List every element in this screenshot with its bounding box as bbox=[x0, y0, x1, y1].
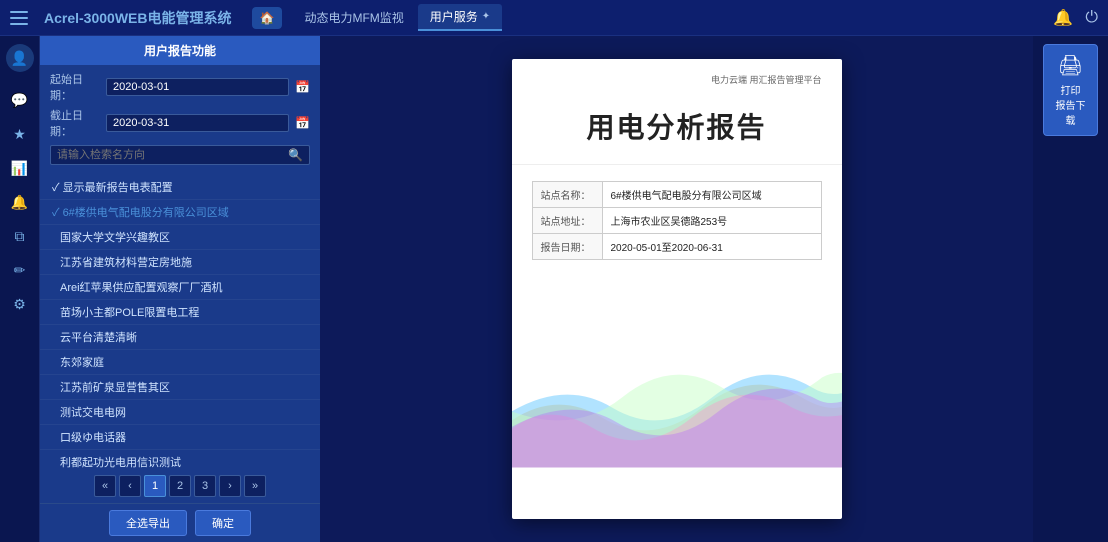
main-content: 电力云端 用汇报告管理平台 用电分析报告 站点名称： 6#楼供电气配电股分有限公… bbox=[320, 36, 1033, 542]
nav-settings[interactable]: ⚙ bbox=[4, 290, 36, 318]
list-item[interactable]: ✓ 6#楼供电气配电股分有限公司区域 bbox=[40, 200, 320, 225]
search-bar: 🔍 bbox=[50, 145, 310, 165]
nav-edit[interactable]: ✏ bbox=[4, 256, 36, 284]
nav-layers[interactable]: ⧉ bbox=[4, 222, 36, 250]
nav-chart[interactable]: 📊 bbox=[4, 154, 36, 182]
app-title: Acrel-3000WEB电能管理系统 bbox=[44, 8, 232, 28]
tab-dashboard-label: 动态电力MFM监视 bbox=[304, 9, 403, 26]
power-icon[interactable]: ⏻ bbox=[1085, 9, 1098, 27]
page-1-button[interactable]: 1 bbox=[144, 475, 166, 497]
notification-icon[interactable]: 🔔 bbox=[1053, 8, 1073, 28]
action-buttons: 全选导出 确定 bbox=[40, 503, 320, 542]
list-item[interactable]: 江苏省建筑材料营定房地施 bbox=[40, 250, 320, 275]
doc-label-address: 站点地址： bbox=[533, 208, 603, 233]
left-nav: 👤 💬 ★ 📊 🔔 ⧉ ✏ ⚙ bbox=[0, 36, 40, 542]
doc-title: 用电分析报告 bbox=[532, 106, 822, 146]
print-button[interactable]: 🖨 打印报告下载 bbox=[1043, 44, 1098, 136]
end-date-label: 截止日期： bbox=[50, 107, 100, 139]
start-date-calendar-icon[interactable]: 📅 bbox=[295, 80, 310, 94]
doc-header: 电力云端 用汇报告管理平台 用电分析报告 bbox=[512, 59, 842, 165]
doc-label-name: 站点名称： bbox=[533, 182, 603, 207]
search-input[interactable] bbox=[51, 146, 282, 164]
page-3-button[interactable]: 3 bbox=[194, 475, 216, 497]
user-avatar[interactable]: 👤 bbox=[6, 44, 34, 72]
tab-user-label: 用户服务 bbox=[430, 8, 478, 25]
search-icon[interactable]: 🔍 bbox=[282, 148, 309, 162]
list-item[interactable]: 利都起功光电用信识测试 bbox=[40, 450, 320, 469]
document-preview: 电力云端 用汇报告管理平台 用电分析报告 站点名称： 6#楼供电气配电股分有限公… bbox=[512, 59, 842, 519]
confirm-button[interactable]: 确定 bbox=[195, 510, 251, 536]
export-button[interactable]: 全选导出 bbox=[109, 510, 187, 536]
start-date-label: 起始日期： bbox=[50, 71, 100, 103]
doc-value-name: 6#楼供电气配电股分有限公司区域 bbox=[603, 182, 821, 207]
top-bar: Acrel-3000WEB电能管理系统 🏠 动态电力MFM监视 用户服务 ✦ 🔔… bbox=[0, 0, 1108, 36]
item-list: ✓ 显示最新报告电表配置 ✓ 6#楼供电气配电股分有限公司区域 国家大学文学兴趣… bbox=[40, 173, 320, 469]
page-prev-button[interactable]: ‹ bbox=[119, 475, 141, 497]
page-2-button[interactable]: 2 bbox=[169, 475, 191, 497]
start-date-input[interactable] bbox=[106, 78, 289, 96]
home-icon: 🏠 bbox=[260, 11, 275, 25]
tab-dashboard[interactable]: 动态电力MFM监视 bbox=[292, 4, 415, 31]
side-panel-title: 用户报告功能 bbox=[40, 36, 320, 65]
doc-value-address: 上海市农业区吴德路253号 bbox=[603, 208, 821, 233]
page-next-button[interactable]: › bbox=[219, 475, 241, 497]
doc-info-row-date: 报告日期： 2020-05-01至2020-06-31 bbox=[533, 234, 821, 259]
nav-tabs: 动态电力MFM监视 用户服务 ✦ bbox=[292, 4, 502, 31]
doc-info-row-address: 站点地址： 上海市农业区吴德路253号 bbox=[533, 208, 821, 234]
doc-waves bbox=[512, 276, 842, 519]
end-date-row: 截止日期： 📅 bbox=[50, 107, 310, 139]
nav-chat[interactable]: 💬 bbox=[4, 86, 36, 114]
page-last-button[interactable]: » bbox=[244, 475, 266, 497]
list-item[interactable]: 东郊家庭 bbox=[40, 350, 320, 375]
nav-home-button[interactable]: 🏠 bbox=[252, 7, 283, 29]
end-date-input[interactable] bbox=[106, 114, 289, 132]
avatar-icon: 👤 bbox=[11, 50, 28, 67]
print-icon: 🖨 bbox=[1058, 53, 1083, 78]
doc-info-row-name: 站点名称： 6#楼供电气配电股分有限公司区域 bbox=[533, 182, 821, 208]
app-logo: Acrel-3000WEB电能管理系统 bbox=[10, 8, 232, 28]
end-date-calendar-icon[interactable]: 📅 bbox=[295, 116, 310, 130]
list-item[interactable]: 国家大学文学兴趣教区 bbox=[40, 225, 320, 250]
doc-label-date: 报告日期： bbox=[533, 234, 603, 259]
list-item[interactable]: 苗场小主都POLE限置电工程 bbox=[40, 300, 320, 325]
page-first-button[interactable]: « bbox=[94, 475, 116, 497]
list-item[interactable]: 江苏前矿泉显营售其区 bbox=[40, 375, 320, 400]
main-layout: 👤 💬 ★ 📊 🔔 ⧉ ✏ ⚙ 用户报告功能 起始日期： 📅 截止日期： 📅 bbox=[0, 36, 1108, 542]
doc-top-text: 电力云端 用汇报告管理平台 bbox=[532, 73, 822, 86]
start-date-row: 起始日期： 📅 bbox=[50, 71, 310, 103]
nav-star[interactable]: ★ bbox=[4, 120, 36, 148]
tab-user[interactable]: 用户服务 ✦ bbox=[418, 4, 502, 31]
filters-area: 起始日期： 📅 截止日期： 📅 🔍 bbox=[40, 65, 320, 173]
right-panel: 🖨 打印报告下载 bbox=[1033, 36, 1108, 542]
list-item[interactable]: 测试交电电网 bbox=[40, 400, 320, 425]
print-button-label: 打印报告下载 bbox=[1052, 82, 1089, 127]
pagination: « ‹ 1 2 3 › » bbox=[40, 469, 320, 503]
menu-icon[interactable] bbox=[10, 11, 28, 25]
doc-value-date: 2020-05-01至2020-06-31 bbox=[603, 234, 821, 259]
list-item[interactable]: Arei红苹果供应配置观察厂厂酒机 bbox=[40, 275, 320, 300]
nav-bell[interactable]: 🔔 bbox=[4, 188, 36, 216]
doc-info-table: 站点名称： 6#楼供电气配电股分有限公司区域 站点地址： 上海市农业区吴德路25… bbox=[532, 181, 822, 260]
list-item[interactable]: 云平台清楚清晰 bbox=[40, 325, 320, 350]
list-item[interactable]: 口级ゆ电话器 bbox=[40, 425, 320, 450]
side-panel: 用户报告功能 起始日期： 📅 截止日期： 📅 🔍 ✓ 显示最新报告电表配置 ✓ … bbox=[40, 36, 320, 542]
list-item[interactable]: ✓ 显示最新报告电表配置 bbox=[40, 175, 320, 200]
top-bar-right: 🔔 ⏻ bbox=[1053, 8, 1098, 28]
